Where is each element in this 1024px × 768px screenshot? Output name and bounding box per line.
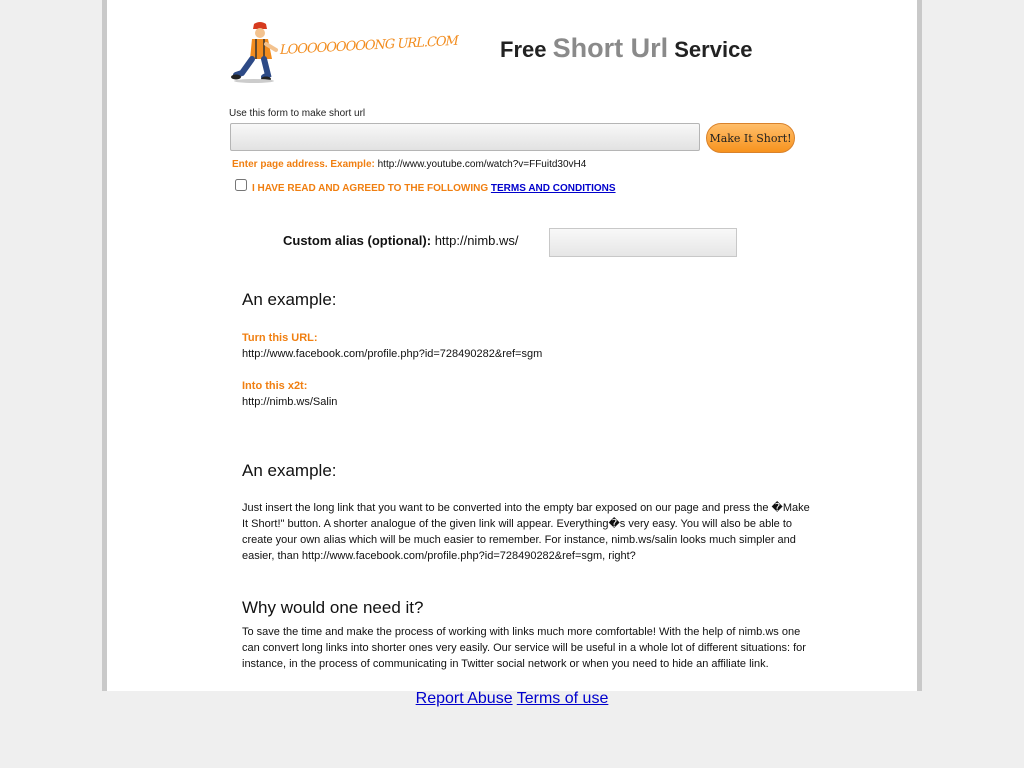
hint-label: Enter page address. Example: [232, 159, 375, 170]
terms-statement: I HAVE READ AND AGREED TO THE FOLLOWING [252, 183, 489, 194]
site-logo[interactable]: LOOOOOOOOONG URL.COM [230, 20, 458, 84]
make-it-short-button[interactable]: Make It Short! [706, 123, 795, 153]
alias-prefix: http://nimb.ws/ [434, 233, 519, 248]
example-from-label: Turn this URL: [242, 332, 318, 344]
report-abuse-link[interactable]: Report Abuse [416, 690, 513, 707]
alias-label: Custom alias (optional): [283, 233, 432, 248]
why-heading: Why would one need it? [242, 598, 424, 617]
example-heading: An example: [242, 290, 337, 309]
terms-checkbox[interactable] [235, 179, 247, 191]
page-content [107, 0, 917, 691]
example-to-url: http://nimb.ws/Salin [242, 396, 338, 408]
example2-text: Just insert the long link that you want … [242, 502, 810, 562]
title-middle: Short Url [552, 33, 669, 63]
url-hint: Enter page address. Example: http://www.… [232, 159, 586, 170]
custom-alias-input[interactable] [549, 228, 737, 257]
title-suffix: Service [674, 37, 753, 62]
form-caption: Use this form to make short url [229, 108, 366, 119]
example-from-url: http://www.facebook.com/profile.php?id=7… [242, 348, 543, 360]
alias-label-row: Custom alias (optional): http://nimb.ws/ [283, 233, 519, 248]
terms-of-use-link[interactable]: Terms of use [517, 690, 609, 707]
long-url-input[interactable] [230, 123, 700, 151]
footer: Report Abuse Terms of use [0, 690, 1024, 708]
terms-text: I HAVE READ AND AGREED TO THE FOLLOWING … [252, 183, 616, 194]
why-text: To save the time and make the process of… [242, 626, 806, 670]
hint-example: http://www.youtube.com/watch?v=FFuitd30v… [377, 159, 587, 170]
title-prefix: Free [500, 37, 547, 62]
example2-heading: An example: [242, 461, 337, 480]
terms-link[interactable]: TERMS AND CONDITIONS [491, 183, 616, 194]
page-title: Free Short Url Service [500, 33, 753, 64]
example-to-label: Into this x2t: [242, 380, 308, 392]
